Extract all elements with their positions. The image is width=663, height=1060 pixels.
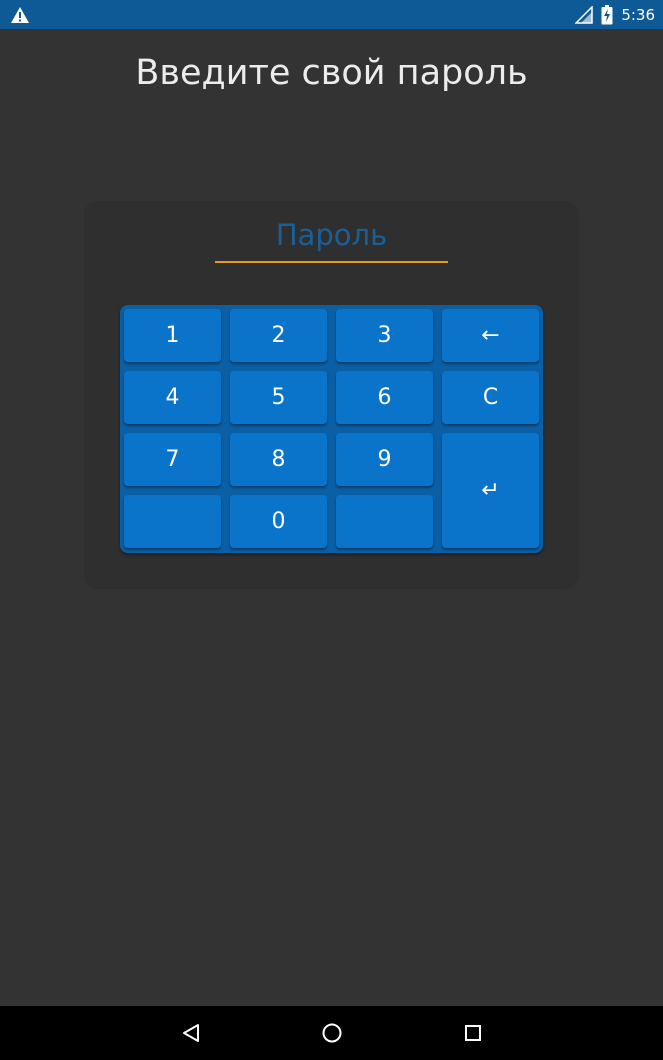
signal-icon	[575, 5, 594, 24]
status-bar: 5:36	[0, 0, 663, 29]
warning-icon	[10, 6, 30, 24]
numeric-keypad: 1 2 3 ← 4 5 6 C 7 8 9 ↵ 0	[120, 305, 543, 553]
password-card: Пароль 1 2 3 ← 4 5 6 C 7 8 9 ↵ 0	[84, 201, 579, 589]
password-field[interactable]: Пароль	[215, 215, 448, 263]
clear-key[interactable]: C	[442, 371, 539, 424]
app-screen: Введите свой пароль Пароль 1 2 3 ← 4 5 6…	[0, 29, 663, 1006]
home-icon[interactable]	[317, 1018, 347, 1048]
page-title: Введите свой пароль	[135, 53, 528, 93]
key-0[interactable]: 0	[230, 495, 327, 548]
back-icon[interactable]	[176, 1018, 206, 1048]
key-7[interactable]: 7	[124, 433, 221, 486]
recent-apps-icon[interactable]	[458, 1018, 488, 1048]
backspace-key[interactable]: ←	[442, 309, 539, 362]
key-5[interactable]: 5	[230, 371, 327, 424]
key-6[interactable]: 6	[336, 371, 433, 424]
enter-key[interactable]: ↵	[442, 433, 539, 548]
key-1[interactable]: 1	[124, 309, 221, 362]
status-time: 5:36	[621, 5, 655, 24]
navigation-bar	[0, 1006, 663, 1060]
key-8[interactable]: 8	[230, 433, 327, 486]
blank-key-left[interactable]	[124, 495, 221, 548]
key-3[interactable]: 3	[336, 309, 433, 362]
blank-key-right[interactable]	[336, 495, 433, 548]
battery-charging-icon	[601, 4, 613, 25]
key-2[interactable]: 2	[230, 309, 327, 362]
key-4[interactable]: 4	[124, 371, 221, 424]
key-9[interactable]: 9	[336, 433, 433, 486]
